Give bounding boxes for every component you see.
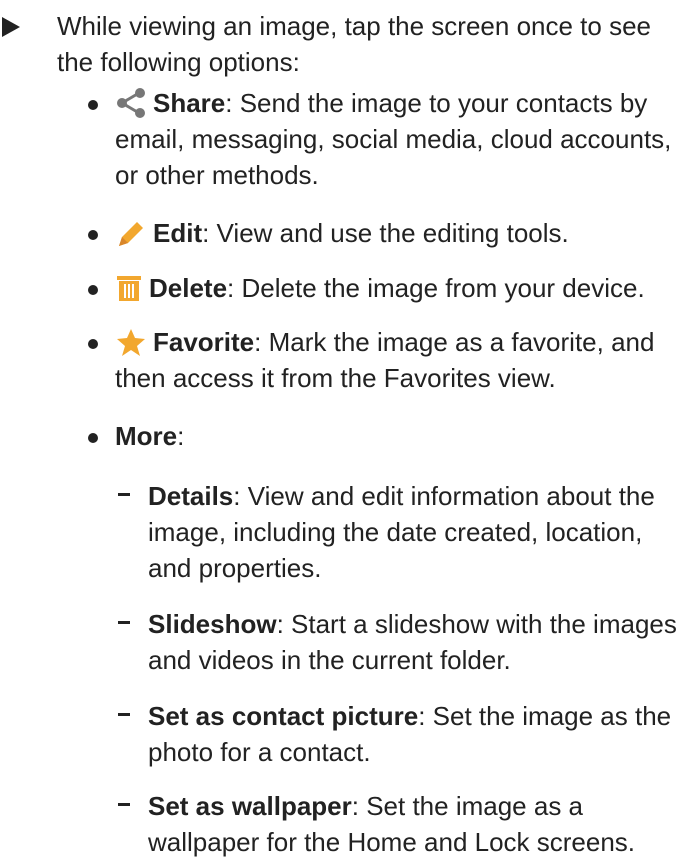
dash-bullet-icon: [118, 493, 130, 496]
bullet-icon: [88, 433, 98, 443]
more-item-contact-picture: Set as contact picture: Set the image as…: [0, 698, 690, 770]
more-wallpaper-title: Set as wallpaper: [148, 791, 352, 821]
intro-paragraph: While viewing an image, tap the screen o…: [0, 8, 690, 80]
more-item-wallpaper: Set as wallpaper: Set the image as a wal…: [0, 788, 690, 860]
option-edit-title: Edit: [153, 218, 203, 248]
option-edit: Edit: View and use the editing tools.: [0, 215, 690, 251]
option-more: More:: [0, 418, 690, 454]
more-item-slideshow: Slideshow: Start a slideshow with the im…: [0, 606, 690, 678]
pencil-icon: [119, 222, 143, 246]
arrow-bullet-icon: [2, 17, 20, 37]
option-delete-desc: : Delete the image from your device.: [227, 273, 645, 303]
bullet-icon: [88, 100, 98, 110]
gallery-options-page: While viewing an image, tap the screen o…: [0, 0, 696, 861]
option-share: Share: Send the image to your contacts b…: [0, 85, 690, 193]
bullet-icon: [88, 339, 98, 349]
dash-bullet-icon: [118, 803, 130, 806]
dash-bullet-icon: [118, 621, 130, 624]
option-favorite-title: Favorite: [153, 327, 255, 357]
trash-icon: [117, 276, 141, 301]
more-slideshow-title: Slideshow: [148, 609, 277, 639]
option-share-title: Share: [153, 88, 226, 118]
bullet-icon: [88, 230, 98, 240]
more-details-title: Details: [148, 481, 234, 511]
dash-bullet-icon: [118, 713, 130, 716]
option-delete-title: Delete: [149, 273, 228, 303]
option-favorite: Favorite: Mark the image as a favorite, …: [0, 324, 690, 396]
option-delete: Delete: Delete the image from your devic…: [0, 270, 690, 306]
option-more-title: More: [115, 421, 178, 451]
bullet-icon: [88, 285, 98, 295]
share-icon: [117, 88, 145, 118]
option-more-desc: :: [177, 421, 185, 451]
more-item-details: Details: View and edit information about…: [0, 478, 690, 586]
intro-text: While viewing an image, tap the screen o…: [57, 11, 652, 77]
star-icon: [117, 329, 145, 356]
more-contact-picture-title: Set as contact picture: [148, 701, 419, 731]
option-edit-desc: : View and use the editing tools.: [202, 218, 569, 248]
